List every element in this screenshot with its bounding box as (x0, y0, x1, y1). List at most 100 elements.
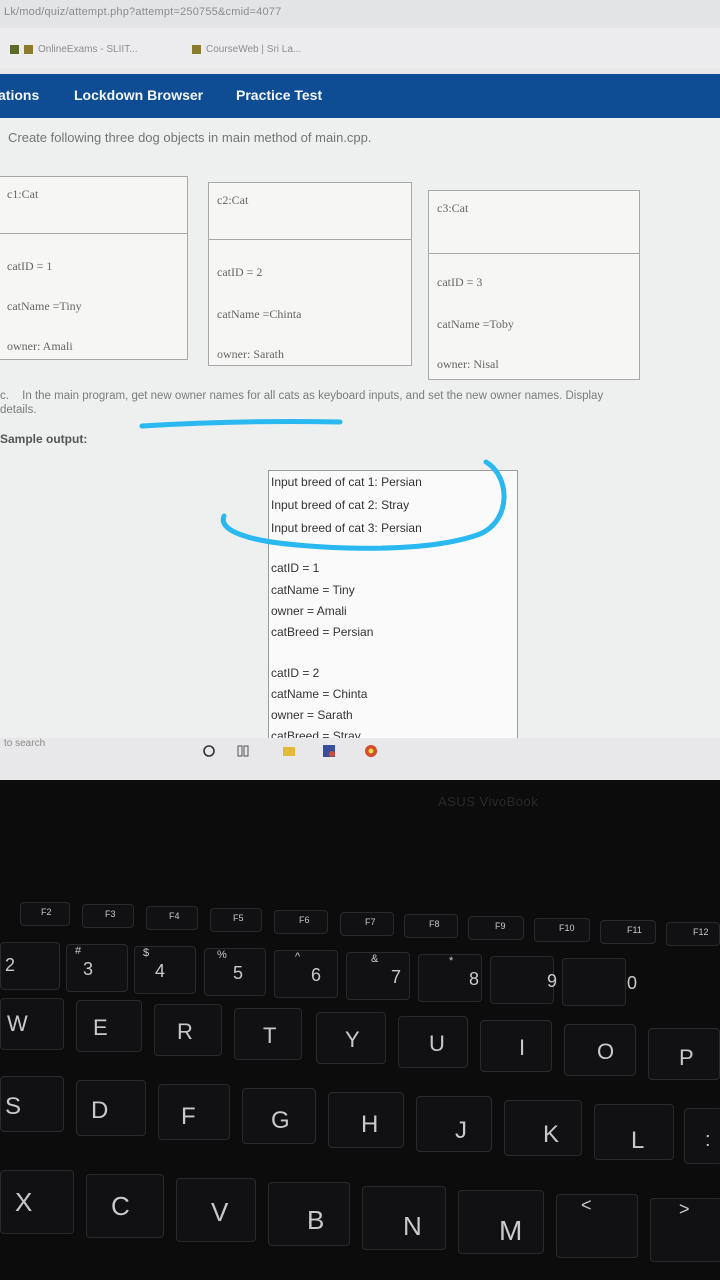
bookmark-courseweb[interactable]: CourseWeb | Sri La... (192, 44, 301, 55)
laptop-brand: ASUS VivoBook (438, 794, 539, 809)
key-f6[interactable]: F6 (274, 910, 328, 934)
question-instruction: Create following three dog objects in ma… (8, 130, 372, 145)
uml-card-c3: c3:Cat catID = 3 catName =Toby owner: Ni… (428, 190, 640, 380)
object-name: c3:Cat (437, 201, 469, 215)
key-f5[interactable]: F5 (210, 908, 262, 932)
sample-output-label: Sample output: (0, 432, 88, 446)
cat-owner: owner: Amali (7, 339, 73, 353)
cat-name: catName =Tiny (7, 299, 82, 313)
bookmarks-bar: OnlineExams - SLIIT... CourseWeb | Sri L… (0, 28, 720, 68)
output-line: catID = 1 (271, 561, 320, 575)
key-f11[interactable]: F11 (600, 920, 656, 944)
windows-taskbar: to search (0, 738, 720, 780)
key-c[interactable]: C (86, 1174, 164, 1238)
key-7[interactable]: & 7 (346, 952, 410, 1000)
laptop-screen: Lk/mod/quiz/attempt.php?attempt=250755&c… (0, 0, 720, 780)
key-k[interactable]: K (504, 1100, 582, 1156)
key-u[interactable]: U (398, 1016, 468, 1068)
cat-owner: owner: Sarath (217, 347, 284, 361)
key-g[interactable]: G (242, 1088, 316, 1144)
key-f4[interactable]: F4 (146, 906, 198, 930)
task-details: details. (0, 404, 37, 416)
key-w[interactable]: W (0, 998, 64, 1050)
cat-id: catID = 2 (217, 265, 263, 279)
output-line: owner = Sarath (271, 708, 353, 722)
key-h[interactable]: H (328, 1092, 404, 1148)
key-o[interactable]: O (564, 1024, 636, 1076)
key-comma[interactable]: < (556, 1194, 638, 1258)
key-s[interactable]: S (0, 1076, 64, 1132)
question-content: Create following three dog objects in ma… (0, 118, 720, 762)
key-b[interactable]: B (268, 1182, 350, 1246)
sample-output-box: Input breed of cat 1: Persian Input bree… (268, 470, 518, 762)
key-m[interactable]: M (458, 1190, 544, 1254)
key-3[interactable]: #3 (66, 944, 128, 992)
key-9[interactable]: 9 (490, 956, 557, 1004)
key-semicolon[interactable]: : (684, 1108, 720, 1164)
nav-item-lockdown-browser[interactable]: Lockdown Browser (74, 87, 203, 103)
uml-card-c1: c1:Cat catID = 1 catName =Tiny owner: Am… (0, 176, 188, 360)
key-5[interactable]: % 5 (204, 948, 266, 996)
key-f7[interactable]: F7 (340, 912, 394, 936)
key-r[interactable]: R (154, 1004, 222, 1056)
key-f8[interactable]: F8 (404, 914, 458, 938)
key-v[interactable]: V (176, 1178, 256, 1242)
bookmark-icon (192, 44, 201, 54)
object-name: c1:Cat (7, 187, 39, 201)
taskbar-search[interactable]: to search (4, 738, 45, 749)
cat-id: catID = 1 (7, 259, 53, 273)
file-explorer-icon[interactable] (282, 744, 296, 758)
key-e[interactable]: E (76, 1000, 142, 1052)
key-y[interactable]: Y (316, 1012, 386, 1064)
task-view-icon[interactable] (236, 744, 250, 758)
key-n[interactable]: N (362, 1186, 446, 1250)
nav-item-practice-test[interactable]: Practice Test (236, 87, 322, 103)
laptop-keyboard: F2 F3 F4 F5 F6 F7 F8 F9 F10 F11 F12 2 #3… (0, 880, 720, 1280)
bookmark-label: OnlineExams - SLIIT... (38, 44, 138, 55)
cat-id: catID = 3 (437, 275, 483, 289)
key-6[interactable]: ^ 6 (274, 950, 338, 998)
key-2[interactable]: 2 (0, 942, 60, 990)
key-j[interactable]: J (416, 1096, 492, 1152)
bookmark-onlineexams[interactable]: OnlineExams - SLIIT... (10, 44, 137, 55)
task-body: In the main program, get new owner names… (22, 390, 604, 402)
key-x[interactable]: X (0, 1170, 74, 1234)
bookmark-label: CourseWeb | Sri La... (206, 44, 302, 55)
uml-card-header: c1:Cat (0, 177, 187, 234)
address-bar[interactable]: Lk/mod/quiz/attempt.php?attempt=250755&c… (0, 0, 720, 29)
key-period[interactable]: > (650, 1198, 720, 1262)
key-f12[interactable]: F12 (666, 922, 720, 946)
uml-card-c2: c2:Cat catID = 2 catName =Chinta owner: … (208, 182, 412, 366)
key-f2[interactable]: F2 (20, 902, 70, 926)
key-t[interactable]: T (234, 1008, 302, 1060)
output-line: catBreed = Persian (271, 625, 374, 639)
cortana-icon[interactable] (202, 744, 216, 758)
key-f10[interactable]: F10 (534, 918, 590, 942)
key-0[interactable]: 0 (562, 958, 637, 1006)
key-d[interactable]: D (76, 1080, 146, 1136)
key-8[interactable]: * 8 (418, 954, 482, 1002)
output-line: Input breed of cat 1: Persian (271, 475, 422, 489)
app-icon[interactable] (322, 744, 336, 758)
cat-name: catName =Toby (437, 317, 514, 331)
key-i[interactable]: I (480, 1020, 552, 1072)
key-f9[interactable]: F9 (468, 916, 524, 940)
output-line: Input breed of cat 2: Stray (271, 498, 410, 512)
key-f[interactable]: F (158, 1084, 230, 1140)
task-prefix: c. (0, 390, 9, 402)
uml-card-header: c2:Cat (209, 183, 411, 240)
chrome-icon[interactable] (364, 744, 378, 758)
cat-owner: owner: Nisal (437, 357, 499, 371)
output-line: catID = 2 (271, 666, 320, 680)
task-text: c. In the main program, get new owner na… (0, 390, 603, 402)
output-line: catName = Tiny (271, 583, 355, 597)
nav-item-applications[interactable]: ations (0, 87, 39, 103)
url-text: Lk/mod/quiz/attempt.php?attempt=250755&c… (4, 6, 282, 18)
output-line: Input breed of cat 3: Persian (271, 521, 422, 535)
output-line: owner = Amali (271, 604, 347, 618)
key-4[interactable]: $4 (134, 946, 196, 994)
key-f3[interactable]: F3 (82, 904, 134, 928)
key-p[interactable]: P (648, 1028, 720, 1080)
key-l[interactable]: L (594, 1104, 674, 1160)
object-name: c2:Cat (217, 193, 249, 207)
